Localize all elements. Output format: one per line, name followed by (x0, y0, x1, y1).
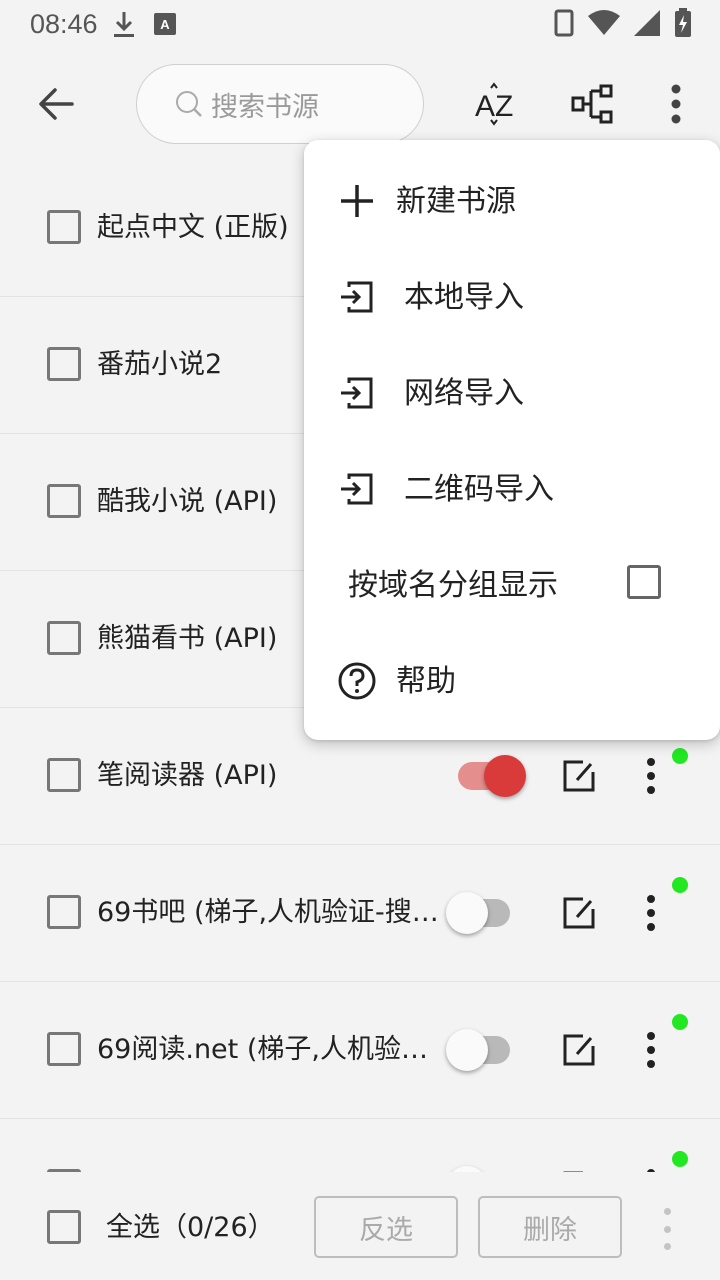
row-checkbox[interactable] (47, 347, 81, 381)
list-item[interactable]: 69书吧 (梯子,人机验证-搜… (0, 845, 720, 982)
row-more-button[interactable] (636, 1165, 666, 1172)
row-checkbox[interactable] (47, 895, 81, 929)
invert-selection-button[interactable]: 反选 (314, 1196, 458, 1258)
phone-icon (554, 9, 574, 37)
row-checkbox[interactable] (47, 484, 81, 518)
status-dot (672, 748, 688, 764)
row-checkbox[interactable] (47, 1032, 81, 1066)
source-name: 笔阅读器 (API) (97, 760, 278, 791)
row-more-button[interactable] (636, 754, 666, 798)
row-checkbox[interactable] (47, 210, 81, 244)
source-name: 起点中文 (正版) (97, 212, 289, 243)
menu-item-label: 新建书源 (396, 184, 516, 219)
group-button[interactable] (568, 78, 618, 130)
import-icon (336, 276, 378, 318)
wifi-icon (588, 10, 620, 35)
overflow-menu: 新建书源 本地导入 网络导入 二维码导入 按域名分组显示 帮助 (304, 140, 720, 740)
bottom-action-bar: 全选（0/26） 反选 删除 (0, 1172, 720, 1280)
menu-item-new-source[interactable]: 新建书源 (304, 154, 720, 250)
plus-icon (336, 180, 378, 222)
menu-item-label: 帮助 (396, 664, 456, 699)
status-bar: 08:46 A (0, 0, 720, 48)
back-button[interactable] (30, 84, 82, 124)
edit-icon[interactable] (561, 758, 597, 794)
menu-item-help[interactable]: 帮助 (304, 634, 720, 730)
menu-item-network-import[interactable]: 网络导入 (304, 346, 720, 442)
svg-text:A: A (475, 90, 495, 123)
import-icon (336, 372, 378, 414)
source-name: 酷我小说 (API) (97, 486, 278, 517)
source-name: 69阅读.net (梯子,人机验… (97, 1034, 428, 1065)
delete-button[interactable]: 删除 (478, 1196, 622, 1258)
group-icon (571, 84, 613, 124)
import-icon (336, 468, 378, 510)
keyboard-a-icon: A (153, 13, 176, 35)
switch-knob (446, 1029, 488, 1071)
list-item[interactable]: 69阅读.net (梯子,人机验… (0, 982, 720, 1119)
menu-item-label: 网络导入 (404, 376, 524, 411)
row-more-button[interactable] (636, 1028, 666, 1072)
download-icon (113, 12, 134, 37)
list-item[interactable] (0, 1119, 720, 1172)
edit-icon[interactable] (561, 1032, 597, 1068)
source-name: 番茄小说2 (97, 349, 223, 380)
status-dot (672, 877, 688, 893)
status-dot (672, 1151, 688, 1167)
sort-az-icon: A Z (475, 82, 513, 126)
status-dot (672, 1014, 688, 1030)
enable-switch[interactable] (458, 755, 526, 797)
select-all-label[interactable]: 全选（0/26） (106, 1210, 275, 1246)
menu-item-label: 本地导入 (404, 280, 524, 315)
search-icon (176, 91, 202, 117)
menu-item-group-by-domain[interactable]: 按域名分组显示 (304, 538, 720, 634)
switch-knob (484, 755, 526, 797)
battery-charging-icon (675, 8, 691, 37)
source-name: 69书吧 (梯子,人机验证-搜… (97, 897, 439, 928)
svg-text:Z: Z (495, 90, 513, 123)
menu-item-qrcode-import[interactable]: 二维码导入 (304, 442, 720, 538)
source-name: 熊猫看书 (API) (97, 623, 278, 654)
row-checkbox[interactable] (47, 621, 81, 655)
edit-icon[interactable] (561, 895, 597, 931)
svg-text:A: A (160, 17, 170, 32)
more-vertical-icon (671, 84, 681, 124)
enable-switch[interactable] (446, 892, 510, 934)
sort-button[interactable]: A Z (470, 78, 520, 130)
menu-item-local-import[interactable]: 本地导入 (304, 250, 720, 346)
menu-item-label: 按域名分组显示 (348, 568, 558, 603)
more-options-button[interactable] (651, 78, 701, 130)
row-checkbox[interactable] (47, 758, 81, 792)
search-box[interactable]: 搜索书源 (136, 64, 424, 144)
arrow-left-icon (39, 88, 74, 120)
signal-icon (634, 10, 660, 36)
select-all-checkbox[interactable] (47, 1210, 81, 1244)
help-circle-icon (336, 660, 378, 702)
enable-switch[interactable] (446, 1029, 510, 1071)
search-placeholder: 搜索书源 (211, 91, 319, 123)
menu-item-label: 二维码导入 (404, 472, 554, 507)
group-by-domain-checkbox[interactable] (627, 565, 661, 599)
bottom-more-button[interactable] (660, 1208, 674, 1250)
switch-knob (446, 892, 488, 934)
row-more-button[interactable] (636, 891, 666, 935)
status-time: 08:46 (30, 8, 98, 39)
